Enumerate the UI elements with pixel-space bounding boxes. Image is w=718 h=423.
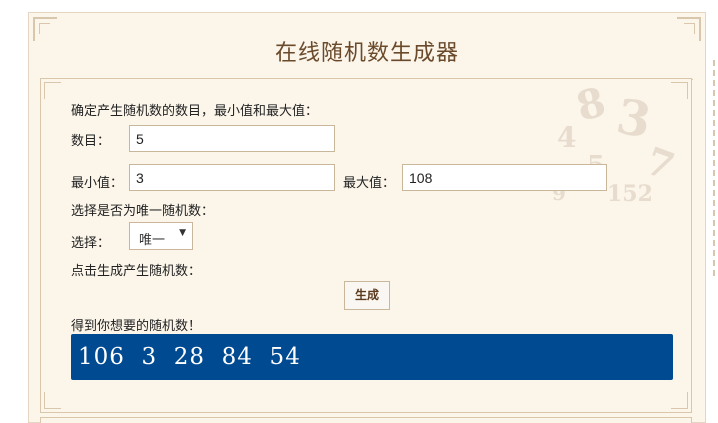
generate-button[interactable]: 生成 xyxy=(344,281,390,310)
choice-label: 选择： xyxy=(71,236,111,251)
max-label: 最大值： xyxy=(343,176,396,191)
unique-select-value: 唯一 xyxy=(139,233,166,248)
count-label: 数目： xyxy=(71,134,111,149)
corner-ornament xyxy=(44,82,61,99)
corner-ornament xyxy=(671,82,688,99)
generate-prompt: 点击生成产生随机数： xyxy=(71,264,202,279)
corner-ornament xyxy=(671,392,688,409)
result-output: 106 3 28 84 54 xyxy=(71,334,673,380)
decorative-border xyxy=(713,60,715,280)
unique-select[interactable]: 唯一 ▼ xyxy=(129,222,193,250)
intro-text: 确定产生随机数的数目，最小值和最大值： xyxy=(71,104,319,119)
count-input[interactable] xyxy=(129,125,335,152)
decorative-numbers-background: 8 3 4 7 5 152 9 xyxy=(552,78,681,207)
min-label: 最小值： xyxy=(71,176,124,191)
max-input[interactable] xyxy=(402,164,607,191)
next-section-edge xyxy=(40,417,692,423)
page-title: 在线随机数生成器 xyxy=(274,41,459,66)
generator-panel: 8 3 4 7 5 152 9 确定产生随机数的数目，最小值和最大值： 数目： … xyxy=(40,78,692,413)
min-input[interactable] xyxy=(129,164,335,191)
corner-ornament xyxy=(44,392,61,409)
result-label: 得到你想要的随机数！ xyxy=(71,319,202,334)
chevron-down-icon: ▼ xyxy=(179,228,186,238)
unique-prompt: 选择是否为唯一随机数： xyxy=(71,204,215,219)
